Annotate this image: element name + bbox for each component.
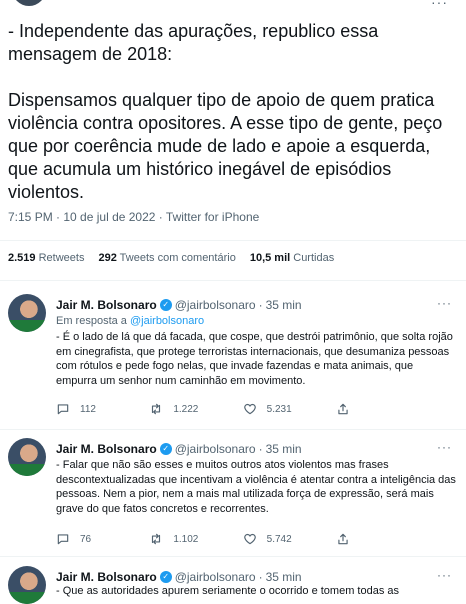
likes-label: Curtidas [293, 252, 335, 264]
retweets-count: 2.519 [8, 252, 36, 264]
divider [0, 429, 466, 430]
retweets-label: Retweets [38, 252, 85, 264]
tweet-meta: 7:15 PM · 10 de jul de 2022 · Twitter fo… [8, 210, 260, 224]
reply-time[interactable]: 35 min [266, 570, 302, 584]
replying-to: Em resposta a @jairbolsonaro [56, 315, 204, 327]
divider [0, 240, 466, 241]
divider [0, 280, 466, 281]
reply-action[interactable]: 76 [56, 532, 116, 546]
reply-action[interactable]: 112 [56, 402, 116, 416]
comment-icon [57, 404, 69, 415]
verified-icon: ✓ [159, 571, 172, 583]
separator-dot: · [258, 570, 263, 584]
like-action[interactable]: 5.742 [243, 532, 303, 546]
avatar[interactable] [8, 438, 46, 476]
separator-dot: · [258, 442, 263, 456]
reply-tweet[interactable]: Jair M. Bolsonaro ✓ @jairbolsonaro · 35 … [0, 288, 466, 438]
more-icon[interactable]: ··· [437, 568, 452, 582]
tweet-source[interactable]: Twitter for iPhone [166, 210, 259, 224]
divider [0, 556, 466, 557]
reply-header: Jair M. Bolsonaro ✓ @jairbolsonaro · 35 … [56, 298, 302, 312]
more-icon[interactable]: ··· [431, 0, 448, 10]
retweet-icon [152, 533, 161, 545]
like-count: 5.742 [266, 533, 292, 545]
action-bar: 76 1.102 5.742 [56, 532, 396, 546]
reply-text: - É o lado de lá que dá facada, que cosp… [56, 331, 453, 387]
reply-text: - Que as autoridades apurem seriamente o… [56, 585, 400, 597]
like-count: 5.231 [266, 403, 292, 415]
tweet-time[interactable]: 7:15 PM [8, 210, 53, 224]
avatar[interactable] [8, 294, 46, 332]
retweet-action[interactable]: 1.222 [149, 402, 209, 416]
heart-icon [243, 403, 256, 415]
comment-icon [57, 534, 69, 545]
author-name[interactable]: Jair M. Bolsonaro [56, 442, 157, 456]
author-handle[interactable]: @jairbolsonaro [175, 570, 256, 584]
reply-header: Jair M. Bolsonaro ✓ @jairbolsonaro · 35 … [56, 570, 302, 584]
verified-icon: ✓ [159, 443, 172, 455]
reply-count: 76 [80, 533, 92, 545]
share-action[interactable] [336, 402, 396, 416]
reply-count: 112 [80, 403, 96, 415]
reply-header: Jair M. Bolsonaro ✓ @jairbolsonaro · 35 … [56, 442, 302, 456]
retweet-icon [152, 403, 161, 415]
quotes-stat[interactable]: 292 Tweets com comentário [98, 252, 235, 264]
retweet-count: 1.102 [173, 533, 199, 545]
retweet-count: 1.222 [173, 403, 199, 415]
tweet-date[interactable]: 10 de jul de 2022 [63, 210, 155, 224]
heart-icon [243, 533, 256, 545]
retweets-stat[interactable]: 2.519 Retweets [8, 252, 84, 264]
likes-count: 10,5 mil [249, 252, 291, 264]
share-icon [338, 533, 348, 545]
share-icon [338, 403, 348, 415]
tweet-text: - Independente das apurações, republico … [8, 21, 443, 202]
reply-time[interactable]: 35 min [266, 442, 302, 456]
author-handle[interactable]: @jairbolsonaro [175, 298, 256, 312]
avatar[interactable] [8, 566, 46, 604]
quotes-label: Tweets com comentário [119, 252, 236, 264]
reply-tweet[interactable]: Jair M. Bolsonaro ✓ @jairbolsonaro · 35 … [0, 560, 466, 604]
author-name[interactable]: Jair M. Bolsonaro [56, 570, 157, 584]
verified-icon: ✓ [159, 299, 172, 311]
likes-stat[interactable]: 10,5 mil Curtidas [250, 252, 334, 264]
reply-text: - Falar que não são esses e muitos outro… [56, 459, 456, 515]
quotes-count: 292 [98, 252, 117, 264]
action-bar: 112 1.222 5.231 [56, 402, 396, 416]
separator-dot: · [258, 298, 263, 312]
more-icon[interactable]: ··· [437, 296, 452, 310]
author-name[interactable]: Jair M. Bolsonaro [56, 298, 157, 312]
reply-time[interactable]: 35 min [266, 298, 302, 312]
more-icon[interactable]: ··· [437, 440, 452, 454]
replying-prefix: Em resposta a [56, 315, 127, 327]
retweet-action[interactable]: 1.102 [149, 532, 209, 546]
share-action[interactable] [336, 532, 396, 546]
replying-handle-link[interactable]: @jairbolsonaro [130, 315, 204, 327]
author-handle[interactable]: @jairbolsonaro [175, 442, 256, 456]
tweet-stats: 2.519 Retweets 292 Tweets com comentário… [8, 252, 334, 264]
like-action[interactable]: 5.231 [243, 402, 303, 416]
author-avatar[interactable] [12, 0, 46, 6]
